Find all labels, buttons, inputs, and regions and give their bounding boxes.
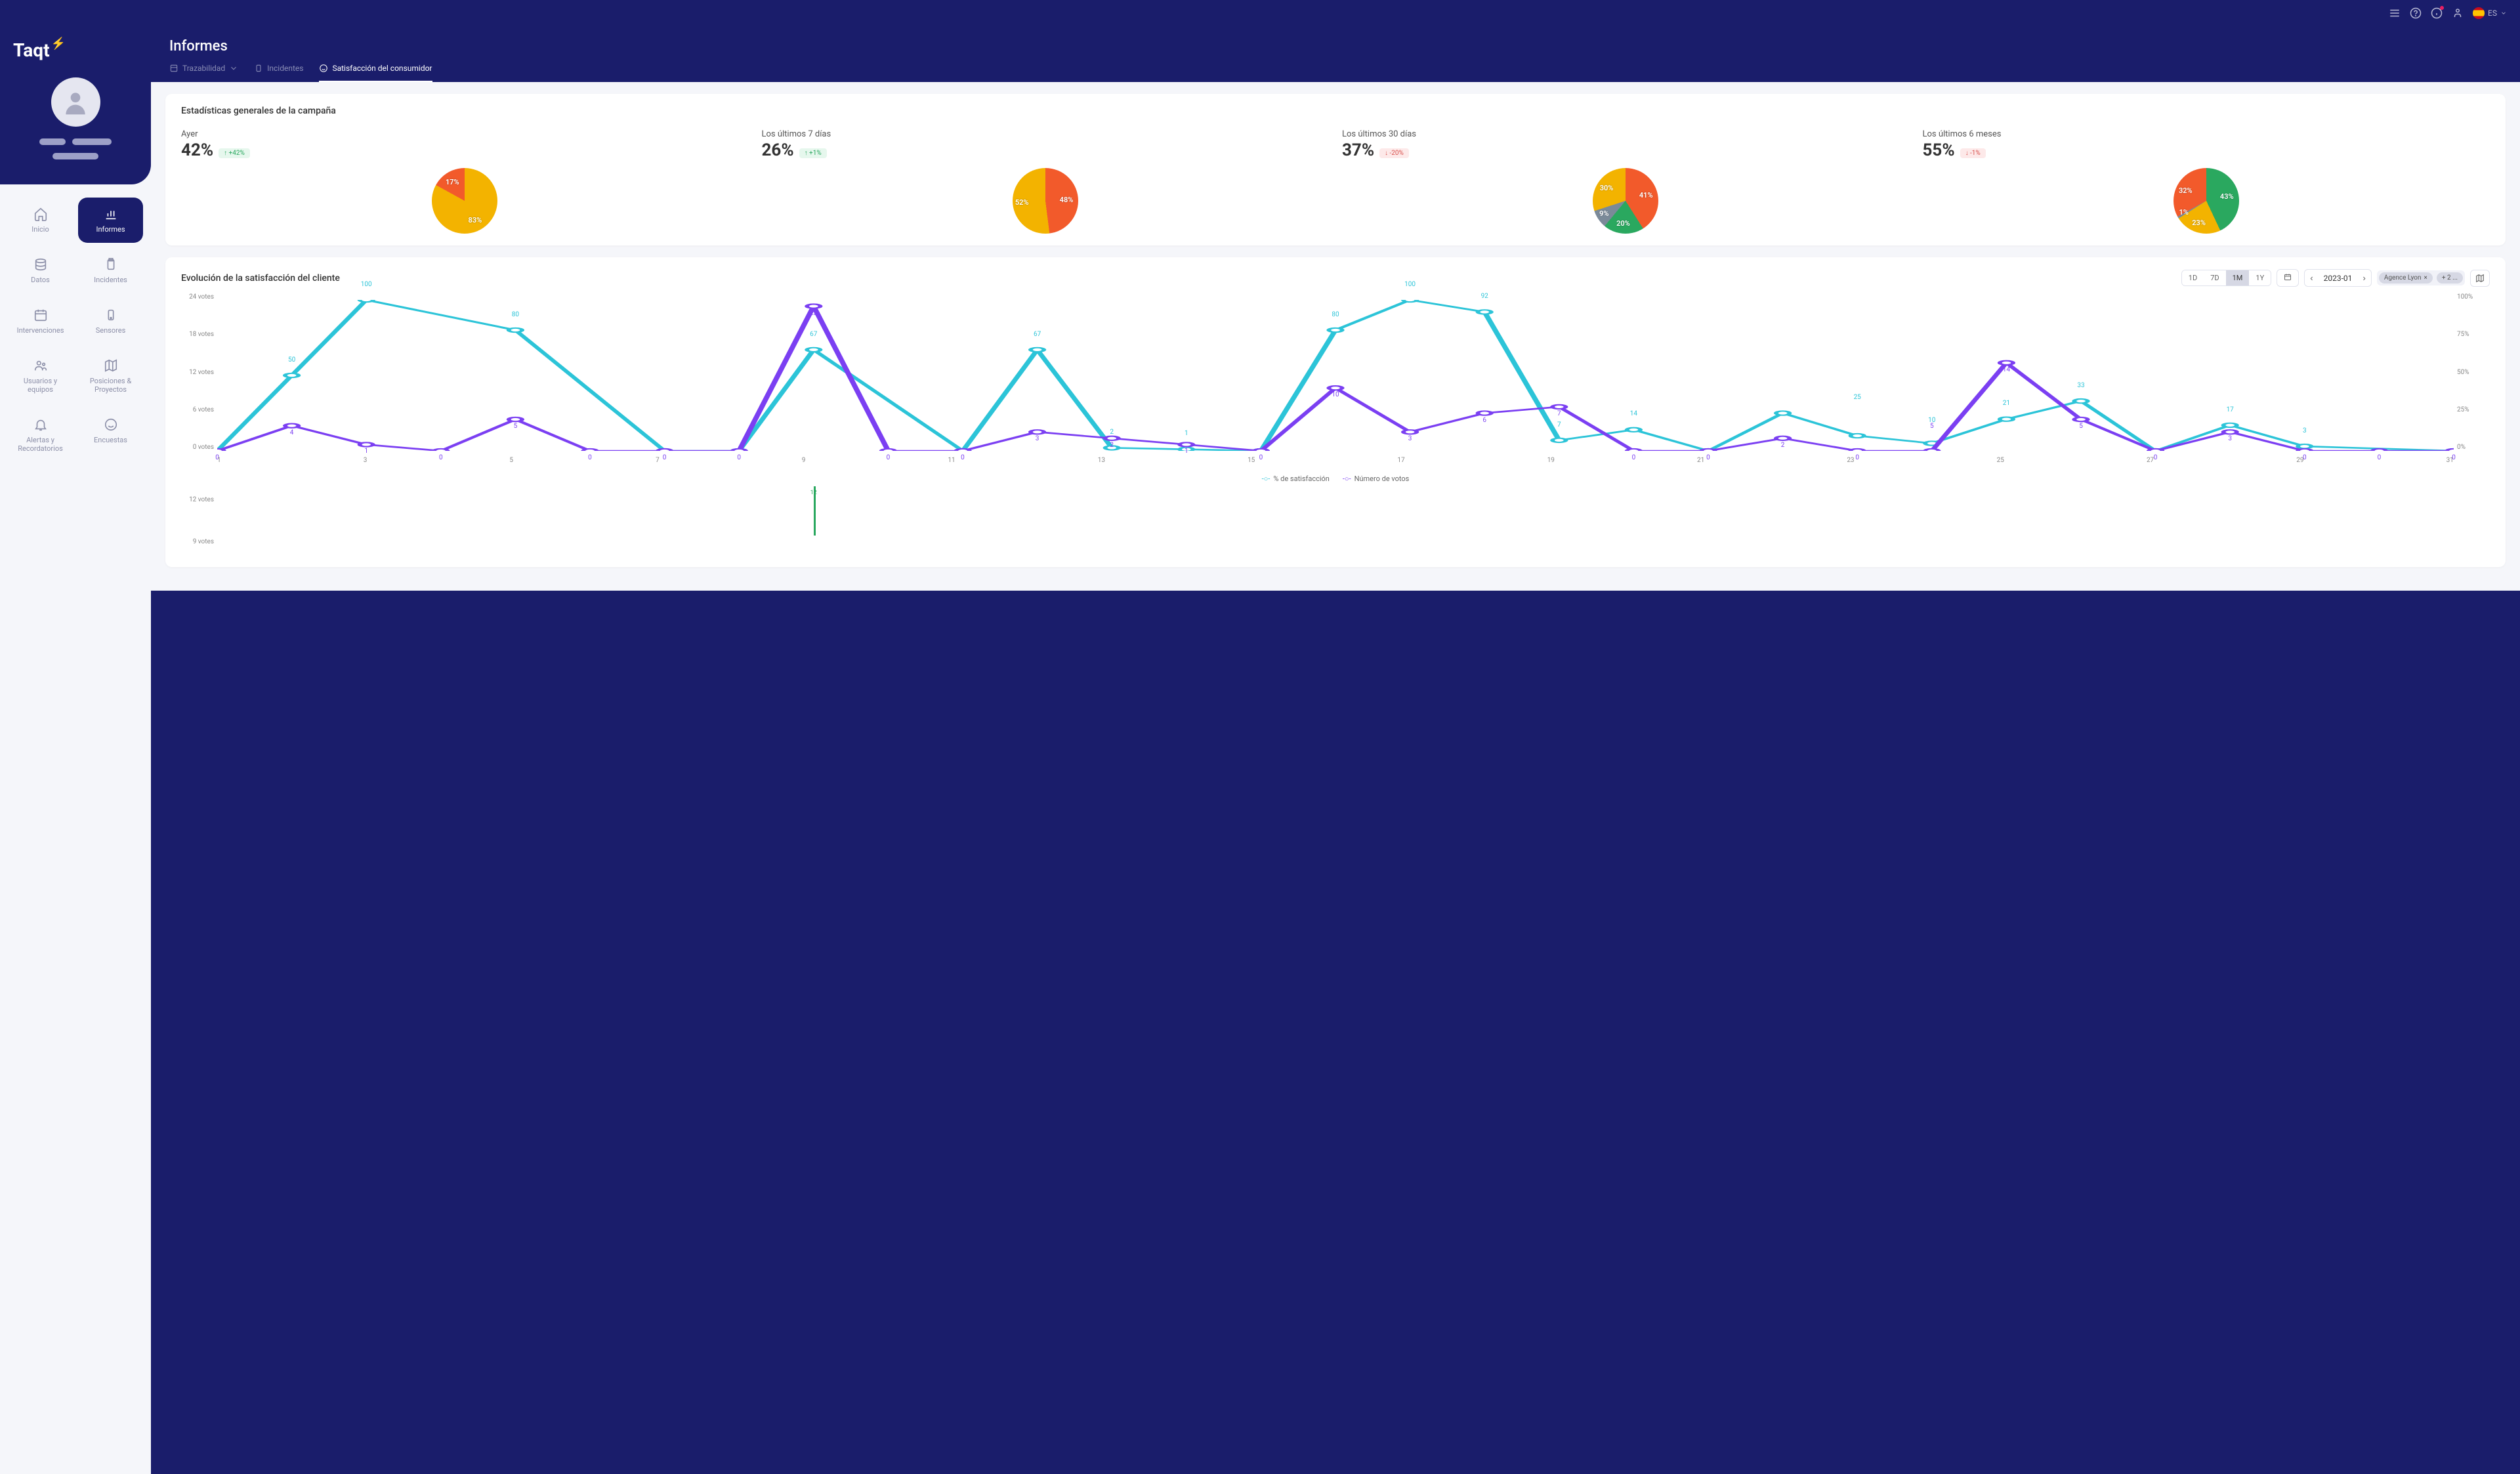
- pie-chart-2: 41%20%9%30%: [1593, 168, 1658, 234]
- stat-delta: ↓ -20%: [1379, 148, 1409, 158]
- nav-label: Usuarios y equipos: [12, 377, 69, 394]
- evolution-card: Evolución de la satisfacción del cliente…: [165, 257, 2506, 567]
- avatar[interactable]: [51, 77, 100, 127]
- page-header: Informes Trazabilidad Incidentes Satisfac…: [151, 26, 2520, 82]
- menu-icon[interactable]: [2389, 7, 2401, 19]
- nav-item-sensor[interactable]: Sensores: [78, 299, 143, 344]
- stat-value: 55%: [1923, 140, 1955, 160]
- legend-item-votes: -○-Número de votos: [1343, 474, 1409, 483]
- nav-label: Posiciones & Proyectos: [82, 377, 139, 394]
- date-label: 2023-01: [2319, 274, 2358, 283]
- date-next-button[interactable]: ›: [2357, 270, 2370, 286]
- logo-text: Taqt: [13, 39, 50, 61]
- legend: -○-% de satisfacción -○-Número de votos: [181, 474, 2490, 483]
- stat-period: Ayer: [181, 129, 749, 139]
- stat-period: Los últimos 6 meses: [1923, 129, 2490, 139]
- range-btn-1M[interactable]: 1M: [2226, 270, 2250, 285]
- stat-col-3: Los últimos 6 meses55% ↓ -1% 43%23%1%32%: [1923, 129, 2490, 234]
- nav-label: Incidentes: [94, 276, 127, 284]
- nav-label: Intervenciones: [17, 326, 64, 335]
- tab-0[interactable]: Trazabilidad: [169, 64, 238, 82]
- nav-item-bell[interactable]: Alertas y Recordatorios: [8, 408, 73, 462]
- range-group: 1D7D1M1Y: [2181, 270, 2271, 286]
- plot-area: 5010080676721801009271425102133173041050…: [217, 300, 2454, 451]
- filter-chip-more[interactable]: + 2 ...: [2437, 272, 2463, 284]
- stat-value: 26%: [762, 140, 794, 160]
- admin-icon[interactable]: [2452, 7, 2464, 19]
- nav-label: Datos: [31, 276, 50, 284]
- map-toggle-button[interactable]: [2470, 270, 2490, 287]
- y-axis-right: 100%75%50%25%0%: [2457, 293, 2490, 451]
- nav-label: Alertas y Recordatorios: [12, 436, 69, 453]
- tab-1[interactable]: Incidentes: [254, 64, 303, 82]
- secondary-bar-chart: 12 votes9 votes 12: [181, 496, 2490, 555]
- nav-item-users[interactable]: Usuarios y equipos: [8, 349, 73, 403]
- nav-item-smile[interactable]: Encuestas: [78, 408, 143, 462]
- stat-value: 42%: [181, 140, 213, 160]
- info-icon[interactable]: [2431, 7, 2443, 19]
- nav-label: Sensores: [96, 326, 126, 335]
- stat-delta: ↑ +1%: [799, 148, 827, 158]
- nav-item-calendar[interactable]: Intervenciones: [8, 299, 73, 344]
- page-title: Informes: [169, 38, 2502, 54]
- range-btn-1D[interactable]: 1D: [2182, 270, 2204, 285]
- logo-signal-icon: ⚡: [51, 37, 66, 51]
- chart-controls: 1D7D1M1Y ‹ 2023-01 › Agence Lyon × + 2 .…: [2181, 269, 2490, 287]
- date-prev-button[interactable]: ‹: [2305, 270, 2318, 286]
- x-axis: 135791113151719212325272931: [217, 457, 2454, 464]
- y2-axis-left: 12 votes9 votes: [181, 496, 214, 545]
- calendar-button[interactable]: [2277, 269, 2299, 287]
- tab-2[interactable]: Satisfacción del consumidor: [319, 64, 432, 82]
- logo[interactable]: Taqt ⚡: [13, 39, 138, 61]
- nav-label: Informes: [96, 225, 125, 234]
- date-navigator: ‹ 2023-01 ›: [2304, 269, 2372, 287]
- evolution-title: Evolución de la satisfacción del cliente: [181, 273, 340, 284]
- nav-label: Inicio: [32, 225, 49, 234]
- top-header: ES: [0, 0, 2520, 26]
- nav-grid: Inicio Informes Datos Incidentes Intervencio…: [0, 184, 151, 475]
- stat-delta: ↓ -1%: [1960, 148, 1986, 158]
- y-axis-left: 24 votes18 votes12 votes6 votes0 votes: [181, 293, 214, 451]
- pie-chart-1: 48%52%: [1013, 168, 1078, 234]
- pie-chart-3: 43%23%1%32%: [2174, 168, 2239, 234]
- profile-block: Taqt ⚡: [0, 26, 151, 184]
- user-name-placeholder: [13, 136, 138, 150]
- flag-spain-icon: [2473, 7, 2485, 19]
- stats-grid: Ayer42% ↑ +42% 83%17% Los últimos 7 días26%…: [181, 129, 2490, 234]
- help-icon[interactable]: [2410, 7, 2422, 19]
- nav-item-chart[interactable]: Informes: [78, 198, 143, 243]
- stat-delta: ↑ +42%: [219, 148, 250, 158]
- stat-period: Los últimos 7 días: [762, 129, 1330, 139]
- main: Informes Trazabilidad Incidentes Satisfac…: [151, 26, 2520, 1474]
- filter-chip-agence[interactable]: Agence Lyon ×: [2379, 272, 2433, 284]
- bar-label: 12: [810, 490, 817, 496]
- stats-card: Estadísticas generales de la campaña Aye…: [165, 94, 2506, 245]
- range-btn-1Y[interactable]: 1Y: [2249, 270, 2271, 285]
- range-btn-7D[interactable]: 7D: [2204, 270, 2225, 285]
- line-chart: 24 votes18 votes12 votes6 votes0 votes 1…: [181, 293, 2490, 471]
- sat-point-label: 92: [1481, 293, 1488, 300]
- legend-item-satisfaction: -○-% de satisfacción: [1262, 474, 1330, 483]
- evolution-header: Evolución de la satisfacción del cliente…: [181, 269, 2490, 287]
- nav-item-map[interactable]: Posiciones & Proyectos: [78, 349, 143, 403]
- filter-chips: Agence Lyon × + 2 ...: [2377, 270, 2465, 285]
- pie-chart-0: 83%17%: [432, 168, 497, 234]
- language-selector[interactable]: ES: [2473, 7, 2507, 19]
- nav-label: Encuestas: [94, 436, 127, 444]
- content: Estadísticas generales de la campaña Aye…: [151, 82, 2520, 591]
- user-role-placeholder: [13, 150, 138, 165]
- nav-item-home[interactable]: Inicio: [8, 198, 73, 243]
- stat-value: 37%: [1342, 140, 1374, 160]
- nav-item-database[interactable]: Datos: [8, 248, 73, 293]
- stat-col-1: Los últimos 7 días26% ↑ +1% 48%52%: [762, 129, 1330, 234]
- language-label: ES: [2488, 9, 2497, 18]
- stats-card-title: Estadísticas generales de la campaña: [181, 106, 2490, 116]
- sidebar: Taqt ⚡ Inicio Informes Datos Incidentes Inte…: [0, 26, 151, 1474]
- stat-col-2: Los últimos 30 días37% ↓ -20% 41%20%9%30%: [1342, 129, 1910, 234]
- nav-item-clipboard[interactable]: Incidentes: [78, 248, 143, 293]
- stat-col-0: Ayer42% ↑ +42% 83%17%: [181, 129, 749, 234]
- tabs: Trazabilidad Incidentes Satisfacción del …: [169, 64, 2502, 82]
- stat-period: Los últimos 30 días: [1342, 129, 1910, 139]
